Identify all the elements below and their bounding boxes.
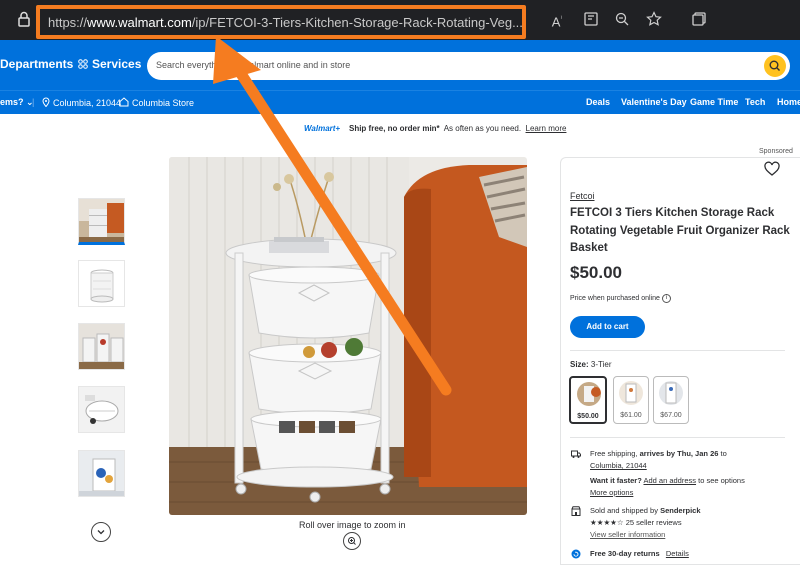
zoom-in-icon	[348, 537, 356, 545]
shipping-location-link[interactable]: Columbia, 21044	[590, 461, 647, 470]
nav-link-valentines[interactable]: Valentine's Day	[621, 97, 687, 107]
store-icon	[571, 506, 581, 516]
items-dropdown[interactable]: ems? ⌄	[0, 97, 34, 108]
seller-rating: ★★★★☆ 25 seller reviews	[590, 518, 682, 527]
lock-icon	[18, 11, 30, 27]
services-menu[interactable]: Services	[78, 57, 141, 71]
departments-menu[interactable]: Departments	[0, 57, 73, 71]
address-bar[interactable]: https://www.walmart.com/ip/FETCOI-3-Tier…	[36, 5, 526, 39]
zoom-out-icon[interactable]	[613, 11, 631, 29]
walmart-plus-banner: Walmart+ Ship free, no order min* As oft…	[304, 124, 567, 133]
view-seller-link[interactable]: View seller information	[590, 530, 665, 539]
returns-icon	[571, 549, 581, 559]
search-button[interactable]	[764, 55, 786, 77]
size-option-5-tier[interactable]: $67.00	[653, 376, 689, 424]
main-product-image[interactable]	[169, 157, 527, 515]
chevron-down-icon	[97, 530, 105, 535]
size-option-3-tier[interactable]: $50.00	[569, 376, 607, 424]
nav-link-game-time[interactable]: Game Time	[690, 97, 738, 107]
thumbnail-5[interactable]	[78, 450, 125, 497]
collections-icon[interactable]	[690, 11, 708, 29]
zoom-hint: Roll over image to zoom in	[299, 520, 406, 530]
add-address-link[interactable]: Add an address	[643, 476, 696, 485]
faster-shipping-info: Want it faster? Add an address to see op…	[590, 476, 745, 485]
heart-icon[interactable]	[764, 161, 780, 177]
size-label: Size: 3-Tier	[570, 360, 612, 369]
walmart-plus-logo: Walmart+	[304, 124, 341, 133]
size-option-4-tier[interactable]: $61.00	[613, 376, 649, 424]
more-options-link[interactable]: More options	[590, 488, 633, 497]
star-rating-icon: ★★★★☆	[590, 518, 624, 527]
favorite-star-icon[interactable]	[645, 11, 663, 29]
thumbnail-3[interactable]	[78, 323, 125, 370]
location-pin-icon	[42, 97, 50, 108]
brand-link[interactable]: Fetcoi	[570, 191, 595, 201]
product-price: $50.00	[570, 263, 622, 282]
thumbnail-4[interactable]	[78, 386, 125, 433]
divider	[570, 350, 785, 351]
price-note: Price when purchased online	[570, 295, 660, 302]
location-selector[interactable]: Columbia, 21044	[42, 97, 121, 108]
grid-icon	[78, 59, 88, 69]
returns-info: Free 30-day returns Details	[590, 549, 689, 558]
product-title: FETCOI 3 Tiers Kitchen Storage Rack Rota…	[570, 207, 790, 254]
read-aloud-icon[interactable]: A⁾	[548, 11, 566, 29]
thumbnail-1[interactable]	[78, 198, 125, 245]
scroll-thumbnails-button[interactable]	[91, 522, 111, 542]
thumbnail-2[interactable]	[78, 260, 125, 307]
store-selector[interactable]: Columbia Store	[119, 97, 194, 108]
info-icon[interactable]: i	[662, 294, 671, 303]
add-to-cart-button[interactable]: Add to cart	[570, 316, 645, 338]
zoom-button[interactable]	[343, 532, 361, 550]
nav-link-tech[interactable]: Tech	[745, 97, 765, 107]
divider: |	[32, 97, 35, 107]
url-text: https://www.walmart.com/ip/FETCOI-3-Tier…	[48, 15, 523, 30]
seller-info: Sold and shipped by Senderpick	[590, 506, 701, 515]
reader-view-icon[interactable]	[582, 11, 600, 29]
site-header: Departments Services Search everything a…	[0, 40, 800, 90]
learn-more-link[interactable]: Learn more	[526, 124, 567, 133]
shipping-info: Free shipping, arrives by Thu, Jan 26 to	[590, 449, 727, 458]
truck-icon	[571, 450, 581, 458]
nav-link-deals[interactable]: Deals	[586, 97, 610, 107]
search-input[interactable]: Search everything at Walmart online and …	[147, 52, 790, 80]
sponsored-label: Sponsored	[759, 148, 793, 155]
nav-link-home[interactable]: Home	[777, 97, 800, 107]
returns-details-link[interactable]: Details	[666, 549, 689, 558]
browser-toolbar: https://www.walmart.com/ip/FETCOI-3-Tier…	[0, 0, 800, 40]
store-icon	[119, 97, 129, 107]
divider	[570, 437, 785, 438]
search-placeholder: Search everything at Walmart online and …	[156, 60, 351, 70]
secondary-nav: ems? ⌄ | Columbia, 21044 Columbia Store …	[0, 90, 800, 114]
search-icon	[769, 60, 780, 71]
